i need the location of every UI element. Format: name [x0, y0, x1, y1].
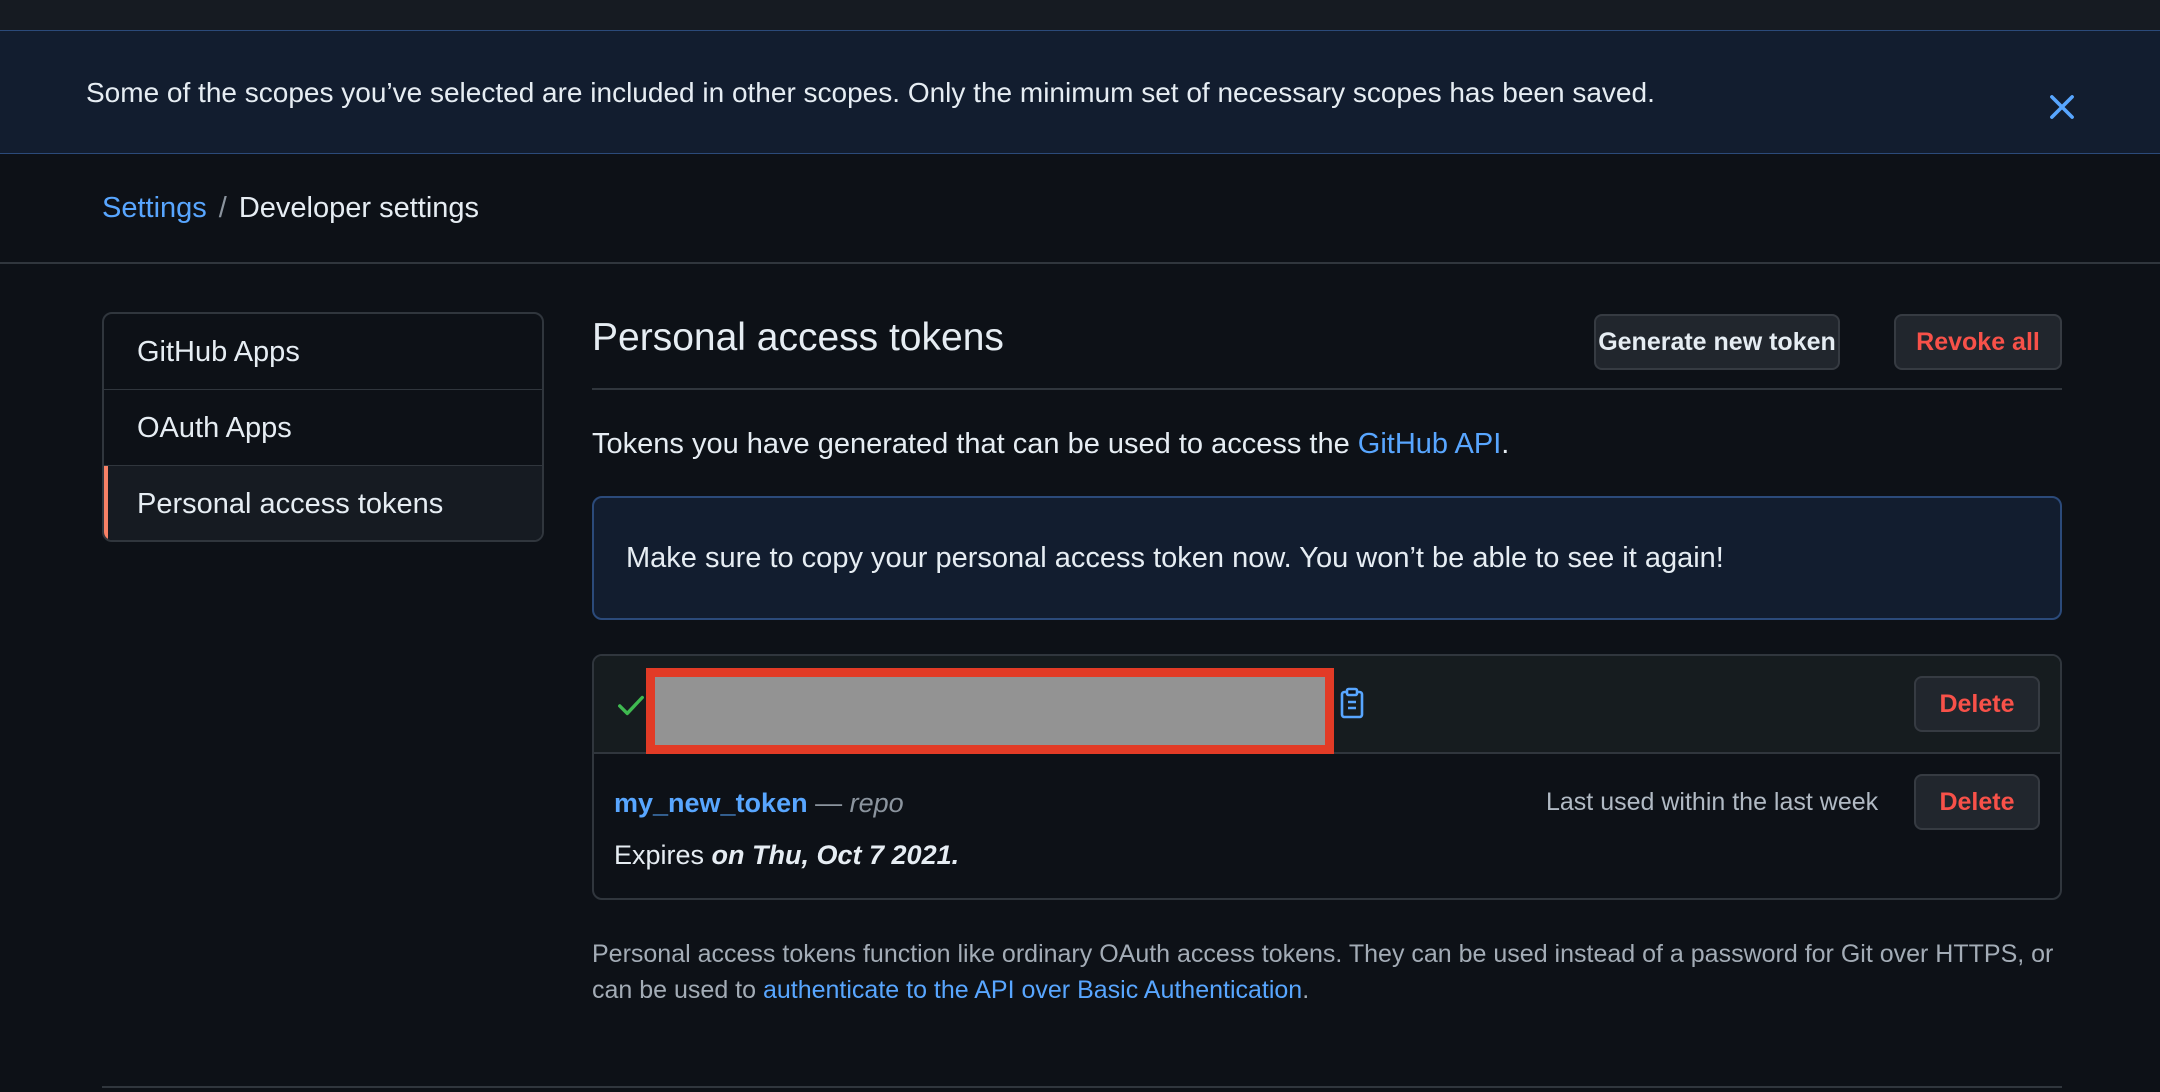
token-last-used: Last used within the last week	[1546, 788, 1879, 816]
flash-message: Some of the scopes you’ve selected are i…	[86, 77, 1655, 108]
menu-item-oauth-apps[interactable]: OAuth Apps	[104, 390, 542, 466]
token-name-dash: —	[815, 788, 843, 818]
breadcrumb-separator: /	[218, 192, 227, 224]
intro-text: Tokens you have generated that can be us…	[592, 428, 1509, 461]
clipboard-icon[interactable]	[1336, 686, 1368, 720]
bottom-divider	[102, 1086, 2062, 1088]
generate-new-token-button[interactable]: Generate new token	[1594, 314, 1840, 370]
basic-auth-link[interactable]: authenticate to the API over Basic Authe…	[763, 976, 1302, 1004]
expires-prefix: Expires	[614, 840, 705, 870]
redacted-token-value	[646, 668, 1334, 754]
notice-text: Make sure to copy your personal access t…	[626, 542, 1724, 574]
title-divider	[592, 388, 2062, 390]
github-api-link[interactable]: GitHub API	[1358, 428, 1501, 460]
delete-token-button[interactable]: Delete	[1914, 774, 2040, 830]
token-name-line: my_new_token — repo	[614, 788, 904, 819]
page-title: Personal access tokens	[592, 316, 1004, 359]
expires-date: on Thu, Oct 7 2021.	[711, 840, 960, 870]
intro-text-body: Tokens you have generated that can be us…	[592, 428, 1358, 460]
menu-item-github-apps[interactable]: GitHub Apps	[104, 314, 542, 390]
flash-banner: Some of the scopes you’ve selected are i…	[0, 30, 2160, 154]
footer-text-end: .	[1302, 976, 1310, 1004]
intro-text-end: .	[1501, 428, 1510, 460]
check-icon	[618, 695, 644, 716]
developer-settings-menu: GitHub Apps OAuth Apps Personal access t…	[102, 312, 544, 542]
token-list: Delete my_new_token — repo Last used wit…	[592, 654, 2062, 900]
close-icon[interactable]	[2044, 89, 2080, 125]
breadcrumb-current: Developer settings	[238, 192, 480, 224]
token-name-link[interactable]: my_new_token	[614, 788, 808, 818]
header-divider	[0, 262, 2160, 264]
footer-note: Personal access tokens function like ord…	[592, 936, 2062, 1008]
breadcrumb: Settings / Developer settings	[102, 192, 479, 225]
breadcrumb-settings-link[interactable]: Settings	[102, 192, 207, 224]
menu-item-personal-access-tokens[interactable]: Personal access tokens	[104, 466, 542, 540]
revoke-all-button[interactable]: Revoke all	[1894, 314, 2062, 370]
top-bar	[0, 0, 2160, 30]
token-row: my_new_token — repo Last used within the…	[594, 754, 2060, 898]
delete-new-token-button[interactable]: Delete	[1914, 676, 2040, 732]
token-scope: repo	[849, 788, 904, 818]
new-token-row: Delete	[594, 656, 2060, 754]
copy-token-notice: Make sure to copy your personal access t…	[592, 496, 2062, 620]
token-expiration: Expires on Thu, Oct 7 2021.	[614, 840, 959, 871]
